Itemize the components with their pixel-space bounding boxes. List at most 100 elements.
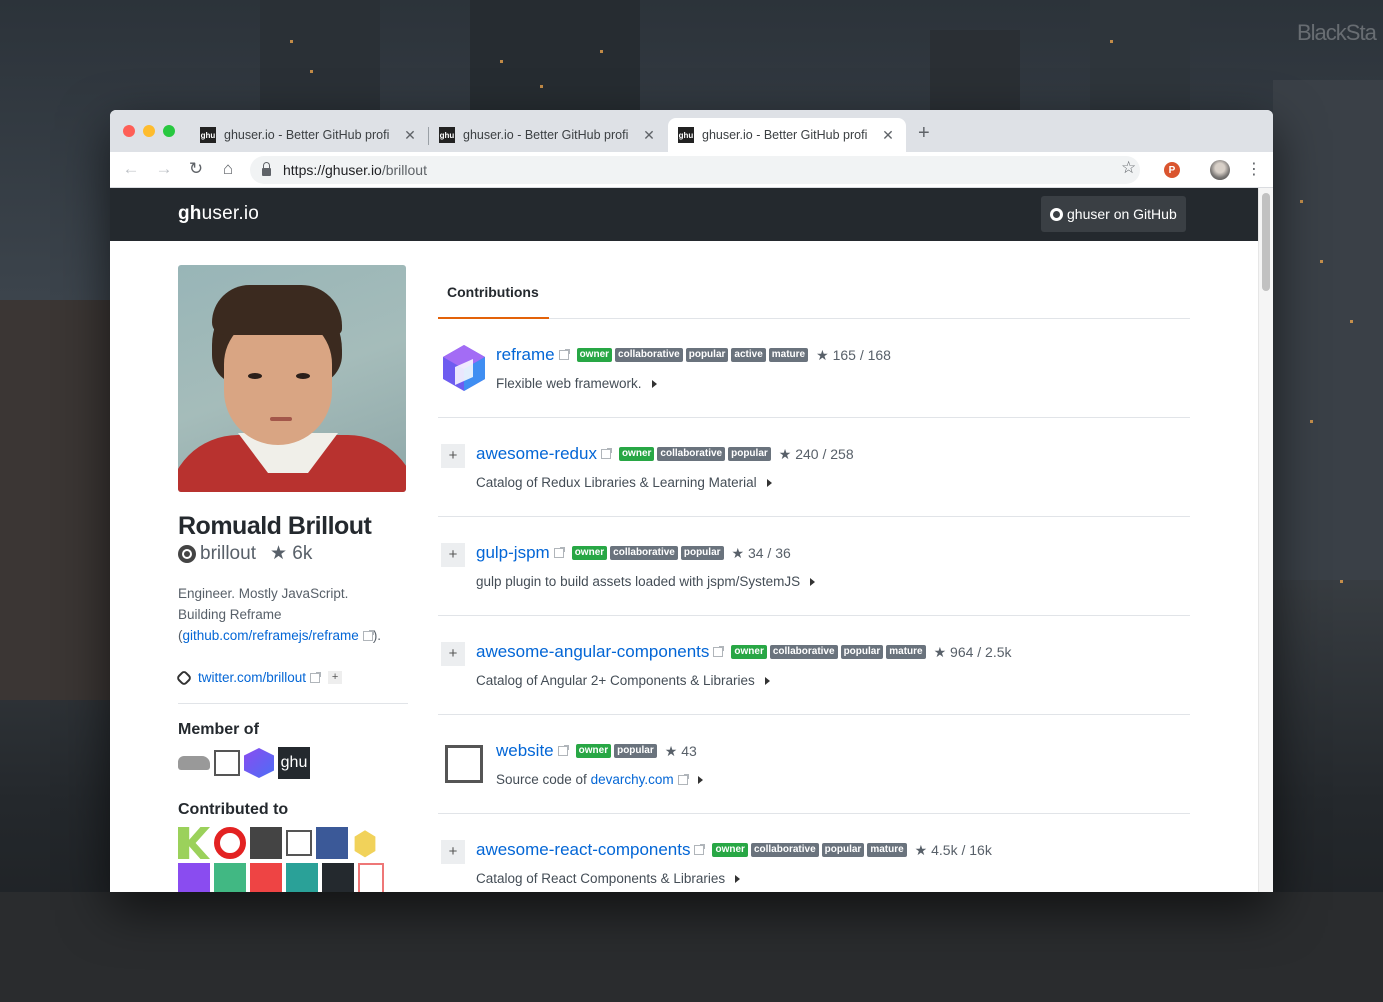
repo-description[interactable]: Catalog of React Components & Libraries [476, 871, 741, 886]
collaborative-badge: collaborative [657, 447, 726, 461]
forward-arrow-icon[interactable]: → [154, 159, 174, 179]
external-link-icon[interactable] [553, 547, 565, 558]
tab-strip: ghu ghuser.io - Better GitHub profi ✕ gh… [110, 110, 1273, 152]
tab-title: ghuser.io - Better GitHub profi [702, 128, 868, 142]
repo-link[interactable]: gulp-jspm [476, 543, 550, 563]
collaborative-badge: collaborative [610, 546, 678, 560]
expand-triangle-icon[interactable] [766, 479, 772, 487]
browser-tab-3-active[interactable]: ghu ghuser.io - Better GitHub profi ✕ [668, 118, 906, 152]
external-link-icon[interactable] [600, 448, 612, 459]
repo-description[interactable]: Catalog of Angular 2+ Components & Libra… [476, 673, 770, 688]
external-link-icon[interactable] [694, 844, 706, 855]
x-project-icon[interactable] [286, 863, 318, 892]
repo-description[interactable]: Catalog of Redux Libraries & Learning Ma… [476, 475, 772, 490]
doc-project-icon[interactable] [358, 863, 384, 892]
external-link-icon[interactable] [713, 646, 725, 657]
tab-close-icon[interactable]: ✕ [402, 127, 418, 144]
rss-project-icon[interactable] [250, 863, 282, 892]
twitter-row: twitter.com/brillout + [175, 669, 408, 704]
ghuser-favicon-icon: ghu [678, 127, 694, 143]
expand-triangle-icon[interactable] [651, 380, 657, 388]
github-icon [178, 544, 196, 563]
new-tab-icon[interactable]: + [918, 122, 930, 145]
devarchy-logo-icon [445, 745, 483, 783]
koa-icon[interactable] [178, 827, 210, 859]
scrollbar-thumb[interactable] [1262, 193, 1270, 291]
repo-row-website: website owner popular ★ 43 Source code o… [438, 715, 1190, 814]
yuzu-icon[interactable] [250, 827, 282, 859]
repo-link[interactable]: awesome-react-components [476, 840, 690, 860]
repo-link[interactable]: awesome-angular-components [476, 642, 709, 662]
profile-handle[interactable]: brillout [200, 543, 256, 565]
back-arrow-icon[interactable]: ← [121, 159, 141, 179]
tab-close-icon[interactable]: ✕ [880, 127, 896, 144]
repo-stars: ★ 165 / 168 [816, 346, 891, 363]
page-scrollbar[interactable] [1258, 188, 1273, 892]
reframe-small-icon[interactable] [178, 863, 210, 892]
address-bar[interactable]: https://ghuser.io/brillout [250, 156, 1140, 184]
minimize-window-button[interactable] [143, 125, 155, 137]
browser-tab-1[interactable]: ghu ghuser.io - Better GitHub profi ✕ [190, 118, 428, 152]
repo-description[interactable]: Source code of devarchy.com [496, 772, 703, 787]
repo-expand-button[interactable]: + [441, 444, 465, 468]
ghuser-on-github-button[interactable]: ghuser on GitHub [1041, 196, 1186, 232]
profile-avatar[interactable] [1210, 160, 1230, 180]
repo-expand-button[interactable]: + [441, 543, 465, 567]
box-project-icon[interactable] [286, 830, 312, 856]
producthunt-extension-icon[interactable]: P [1164, 162, 1180, 178]
repo-expand-button[interactable]: + [441, 642, 465, 666]
repo-description[interactable]: gulp plugin to build assets loaded with … [476, 574, 816, 589]
external-link-icon [310, 671, 322, 683]
repo-row-reframe: reframe owner collaborative popular acti… [438, 319, 1190, 418]
popular-badge: popular [680, 546, 724, 560]
org-devarchy-icon[interactable] [214, 750, 240, 776]
member-of-orgs: ghu [178, 747, 408, 779]
tab-close-icon[interactable]: ✕ [641, 127, 657, 144]
bookmark-star-icon[interactable]: ☆ [1121, 158, 1136, 178]
bio-reframe-link[interactable]: github.com/reframejs/reframe [183, 628, 359, 643]
vue-icon[interactable] [214, 863, 246, 892]
org-car-icon[interactable] [178, 756, 210, 770]
external-link-icon[interactable] [557, 745, 569, 756]
expand-triangle-icon[interactable] [735, 875, 741, 883]
home-icon[interactable]: ⌂ [218, 159, 238, 179]
opera-icon[interactable] [214, 827, 246, 859]
browser-tab-2[interactable]: ghu ghuser.io - Better GitHub profi ✕ [429, 118, 667, 152]
profile-handle-row: brillout ★ 6k [178, 542, 408, 565]
repo-expand-button[interactable]: + [441, 840, 465, 864]
tab-contributions[interactable]: Contributions [447, 284, 539, 300]
expand-triangle-icon[interactable] [697, 776, 703, 784]
repo-header: awesome-angular-components owner collabo… [476, 642, 1012, 662]
profile-bio: Engineer. Mostly JavaScript. Building Re… [178, 583, 408, 646]
reload-icon[interactable]: ↻ [186, 159, 206, 179]
external-link-icon[interactable] [558, 349, 570, 360]
expand-triangle-icon[interactable] [764, 677, 770, 685]
contributed-to-grid [178, 827, 398, 892]
facebook-icon[interactable] [316, 827, 348, 859]
watermark-text: BlackSta [1297, 20, 1377, 45]
ghuser-small-icon[interactable] [322, 863, 354, 892]
repo-header: website owner popular ★ 43 [496, 741, 697, 761]
site-logo[interactable]: ghuser.io [178, 203, 259, 225]
menu-kebab-icon[interactable]: ⋮ [1246, 159, 1262, 179]
maximize-window-button[interactable] [163, 125, 175, 137]
repo-link[interactable]: website [496, 741, 554, 761]
repo-header: reframe owner collaborative popular acti… [496, 345, 891, 365]
twitter-link[interactable]: twitter.com/brillout [198, 670, 306, 685]
repo-link[interactable]: awesome-redux [476, 444, 597, 464]
repo-link[interactable]: reframe [496, 345, 555, 365]
repo-description-text: Catalog of React Components & Libraries [476, 871, 726, 886]
twitter-expand-button[interactable]: + [328, 671, 343, 684]
repo-description-text: Flexible web framework. [496, 376, 642, 391]
close-window-button[interactable] [123, 125, 135, 137]
org-ghuser-icon[interactable]: ghu [278, 747, 310, 779]
logo-rest: user.io [201, 203, 260, 224]
devarchy-link[interactable]: devarchy.com [591, 772, 674, 787]
org-reframe-icon[interactable] [244, 748, 274, 778]
browser-window: ghu ghuser.io - Better GitHub profi ✕ gh… [110, 110, 1273, 892]
cube-project-icon[interactable] [354, 830, 376, 858]
repo-description[interactable]: Flexible web framework. [496, 376, 657, 391]
contributions-tab-bar: Contributions [438, 265, 1190, 319]
expand-triangle-icon[interactable] [810, 578, 816, 586]
repo-header: gulp-jspm owner collaborative popular ★ … [476, 543, 791, 563]
